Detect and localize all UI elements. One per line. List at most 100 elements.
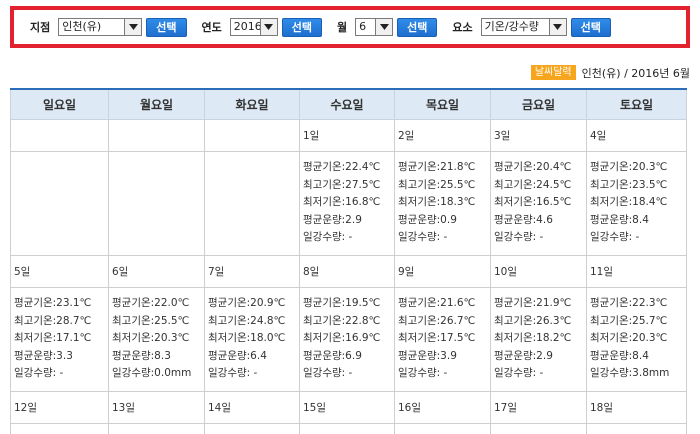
weather-stats-row: 평균기온:22.4℃ 최고기온:27.5℃ 최저기온:16.8℃ 평균운량:2.9 일강… [10,150,687,256]
weather-stat-line: 최저기온:17.5℃ [398,332,476,345]
weather-stat-line: 일강수량: - [590,231,640,244]
weather-stat-line: 평균기온:23.1℃ [14,297,92,310]
date-cell: 1일 [299,118,395,152]
weather-stat-line: 일강수량: - [303,231,353,244]
weather-stat-line: 평균운량:0.9 [398,213,457,226]
chevron-down-icon [124,19,142,35]
year-select-button[interactable]: 선택 [281,17,322,37]
weekday-header: 목요일 [394,88,491,120]
date-cell: 15일 [299,390,395,424]
date-cell: 18일 [586,390,687,424]
chevron-down-icon [375,19,393,35]
weather-stat-line: 최고기온:22.8℃ [303,314,381,327]
calendar-caption: 날씨달력 인천(유) / 2016년 6월 [530,64,690,81]
weather-stat-line: 최저기온:18.0℃ [208,332,286,345]
weather-stats-cell: 평균기온:22.0℃ 최고기온:25.5℃ 최저기온:20.3℃ 평균운량:8.3 일강… [108,286,205,392]
year-label: 연도 [201,21,222,34]
weather-stats-cell: 평균기온:21.8℃ 최고기온:25.5℃ 최저기온:18.3℃ 평균운량:0.9 일강… [394,150,491,256]
date-row: 1일 2일 3일 4일 [10,118,687,152]
weather-stats-cell: 평균기온:22.4℃ 최고기온:27.5℃ 최저기온:16.8℃ 평균운량:2.9 일강… [299,150,395,256]
date-cell: 14일 [204,390,300,424]
element-select-button[interactable]: 선택 [570,17,611,37]
weather-stat-line: 평균기온:21.6℃ [398,297,476,310]
weather-stat-line: 평균운량:8.3 [112,349,171,362]
weather-stat-line: 최저기온:18.3℃ [398,196,476,209]
weather-stats-cell: 평균기온:21.6℃ 최고기온:26.7℃ 최저기온:17.5℃ 평균운량:3.9 일강… [394,286,491,392]
weather-stat-line: 평균운량:8.4 [590,213,649,226]
date-cell: 16일 [394,390,491,424]
weather-stat-line: 일강수량: - [398,367,448,380]
weather-stat-line: 평균운량:8.4 [590,349,649,362]
date-cell: 11일 [586,254,687,288]
station-label: 지점 [30,21,51,34]
station-select[interactable]: 인천(유) [58,18,143,36]
calendar-caption-text: 인천(유) / 2016년 6월 [581,66,690,80]
weather-stat-line: 최고기온:25.5℃ [112,314,190,327]
weather-stats-cell [10,422,109,434]
weather-stat-line: 평균운량:6.9 [303,349,362,362]
weather-stat-line: 최저기온:16.9℃ [303,332,381,345]
weather-stat-line: 평균기온:22.4℃ [303,161,381,174]
weather-stat-line: 최고기온:26.7℃ [398,314,476,327]
weather-stat-line: 최고기온:26.3℃ [494,314,572,327]
date-cell: 13일 [108,390,205,424]
date-cell: 6일 [108,254,205,288]
weather-stat-line: 평균기온:19.5℃ [303,297,381,310]
weather-stats-cell: 평균기온:20.3℃ 최고기온:23.5℃ 최저기온:18.4℃ 평균운량:8.4 일강… [586,150,687,256]
chevron-down-icon [259,19,277,35]
weather-stats-cell [490,422,587,434]
weather-stat-line: 평균기온:21.8℃ [398,161,476,174]
weather-stat-line: 최저기온:17.1℃ [14,332,92,345]
weather-stat-line: 평균운량:2.9 [303,213,362,226]
element-select[interactable]: 기온/강수량 [480,18,567,36]
date-cell: 17일 [490,390,587,424]
weather-stats-cell: 평균기온:22.3℃ 최고기온:25.7℃ 최저기온:20.3℃ 평균운량:8.4 일강… [586,286,687,392]
weather-stats-cell: 평균기온:19.5℃ 최고기온:22.8℃ 최저기온:16.9℃ 평균운량:6.9 일강… [299,286,395,392]
element-label: 요소 [452,21,473,34]
weather-stats-cell [108,422,205,434]
weather-stat-line: 일강수량:3.8mm [590,367,670,380]
date-cell: 10일 [490,254,587,288]
weather-stat-line: 최고기온:25.7℃ [590,314,668,327]
date-cell [108,118,205,152]
search-filter-bar: 지점 인천(유) 선택 연도 2016 선택 월 6 선택 요소 기온/강수량 … [10,6,690,48]
year-select-value: 2016 [233,20,260,33]
weather-stats-cell [586,422,687,434]
weather-stats-cell: 평균기온:21.9℃ 최고기온:26.3℃ 최저기온:18.2℃ 평균운량:2.9 일강… [490,286,587,392]
weather-stats-cell: 평균기온:23.1℃ 최고기온:28.7℃ 최저기온:17.1℃ 평균운량:3.3 일강… [10,286,109,392]
weather-stat-line: 최고기온:24.8℃ [208,314,286,327]
month-select[interactable]: 6 [355,18,394,36]
weather-stats-cell [299,422,395,434]
chevron-down-icon [548,19,566,35]
weather-stats-row-clipped [10,422,687,434]
weather-stats-cell [394,422,491,434]
weather-stat-line: 최고기온:25.5℃ [398,178,476,191]
weekday-header: 토요일 [586,88,687,120]
date-cell: 4일 [586,118,687,152]
weather-stat-line: 평균기온:22.3℃ [590,297,668,310]
station-select-button[interactable]: 선택 [146,17,187,37]
month-select-value: 6 [359,20,367,33]
weather-stat-line: 평균운량:4.6 [494,213,553,226]
weather-stat-line: 일강수량: - [14,367,64,380]
weather-stat-line: 평균기온:20.9℃ [208,297,286,310]
date-cell: 5일 [10,254,109,288]
year-select[interactable]: 2016 [229,18,278,36]
date-cell [10,118,109,152]
weather-stat-line: 최고기온:28.7℃ [14,314,92,327]
weather-stat-line: 평균운량:3.3 [14,349,73,362]
weather-stats-cell [108,150,205,256]
date-row: 12일 13일 14일 15일 16일 17일 18일 [10,390,687,424]
weather-stat-line: 평균기온:20.3℃ [590,161,668,174]
weather-stat-line: 평균운량:3.9 [398,349,457,362]
month-select-button[interactable]: 선택 [397,17,438,37]
weather-stats-cell: 평균기온:20.4℃ 최고기온:24.5℃ 최저기온:16.5℃ 평균운량:4.6 일강… [490,150,587,256]
weekday-header: 화요일 [204,88,300,120]
date-row: 5일 6일 7일 8일 9일 10일 11일 [10,254,687,288]
weather-stat-line: 평균운량:2.9 [494,349,553,362]
weather-stat-line: 최저기온:16.8℃ [303,196,381,209]
weather-stats-cell [204,422,300,434]
weather-stat-line: 최고기온:23.5℃ [590,178,668,191]
weather-stat-line: 평균기온:21.9℃ [494,297,572,310]
weather-stats-cell [204,150,300,256]
